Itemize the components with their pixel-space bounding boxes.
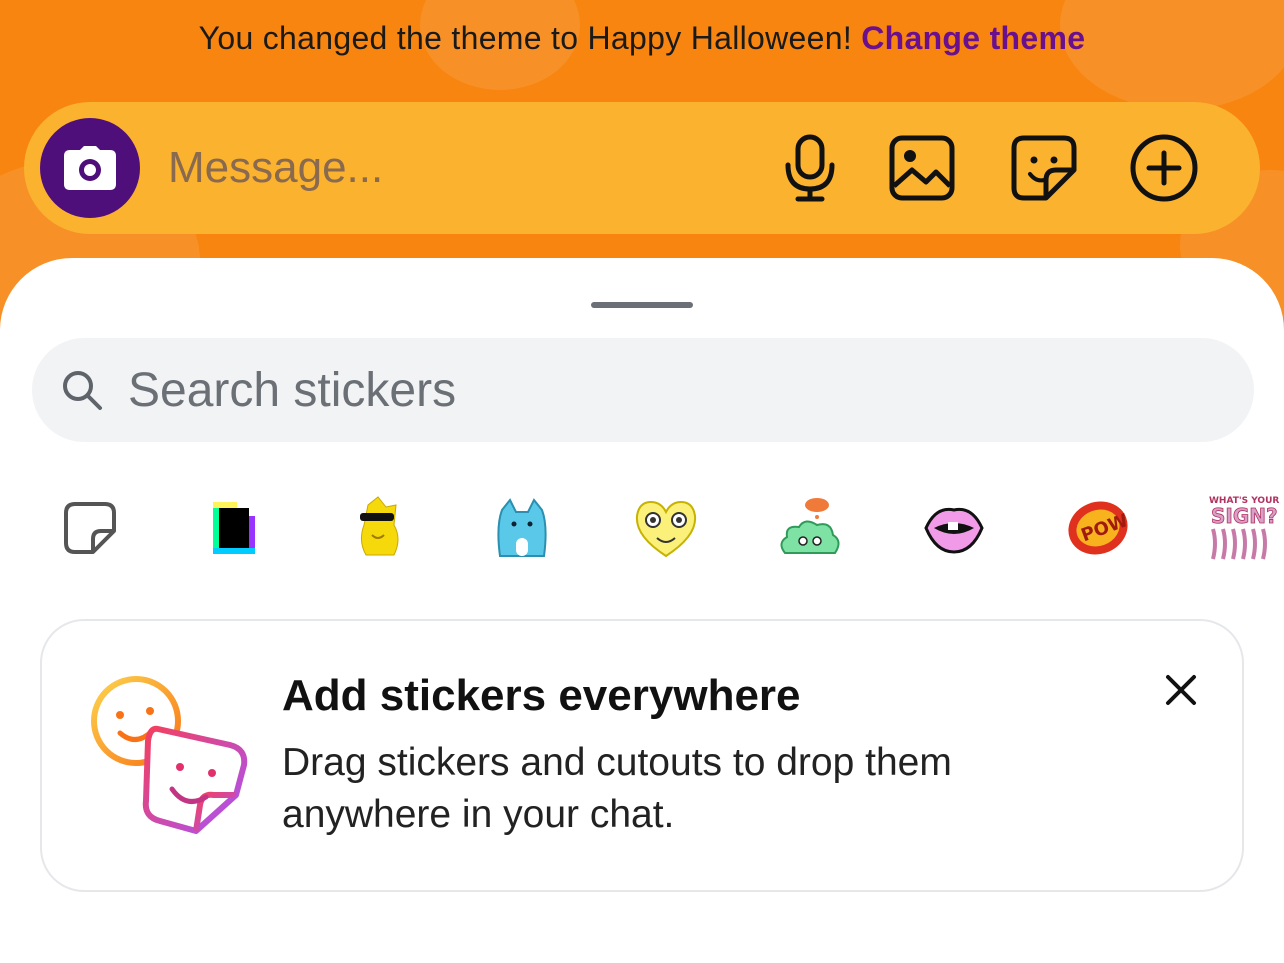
sticker-search-bar[interactable] <box>32 338 1254 442</box>
close-icon <box>1166 675 1196 705</box>
camera-icon <box>64 146 116 190</box>
dismiss-promo-button[interactable] <box>1156 665 1206 715</box>
pink-lips-sticker[interactable] <box>914 488 994 568</box>
stickers-illustration-icon <box>91 676 248 834</box>
search-icon <box>63 371 102 410</box>
giphy-sticker[interactable] <box>194 488 274 568</box>
message-input[interactable] <box>168 136 728 200</box>
green-cloud-sticker[interactable] <box>770 488 850 568</box>
message-composer <box>24 102 1260 234</box>
blue-cat-sticker-icon <box>497 498 547 557</box>
camera-button[interactable] <box>40 118 140 218</box>
green-cloud-sticker-icon <box>780 498 840 554</box>
pow-sticker-icon: POW <box>1068 501 1130 555</box>
blue-cat-sticker[interactable] <box>482 488 562 568</box>
voice-message-button[interactable] <box>774 132 846 204</box>
theme-notice-text: You changed the theme to Happy Halloween… <box>198 20 853 56</box>
sticker-text-sign: SIGN? <box>1211 504 1278 528</box>
photo-icon <box>889 135 955 201</box>
add-icon <box>1130 134 1198 202</box>
promo-description: Drag stickers and cutouts to drop them a… <box>282 741 952 836</box>
sticker-category-row: POW WHAT'S YOUR SIGN? <box>0 488 1284 574</box>
sticker-button[interactable] <box>1008 132 1080 204</box>
pow-sticker[interactable]: POW <box>1058 488 1138 568</box>
yellow-heart-eyes-sticker[interactable] <box>626 488 706 568</box>
yellow-dog-sunglasses-sticker[interactable] <box>338 488 418 568</box>
promo-title: Add stickers everywhere <box>282 671 801 720</box>
change-theme-link[interactable]: Change theme <box>861 20 1085 56</box>
sheet-grabber[interactable] <box>591 302 693 308</box>
recent-stickers-tab[interactable] <box>50 488 130 568</box>
add-stickers-promo-card: Add stickers everywhere Drag stickers an… <box>40 619 1244 892</box>
more-actions-button[interactable] <box>1128 132 1200 204</box>
sticker-sheet: POW WHAT'S YOUR SIGN? <box>0 258 1284 963</box>
giphy-logo-icon <box>213 502 255 554</box>
yellow-dog-sticker-icon <box>360 496 399 556</box>
yellow-heart-sticker-icon <box>635 500 697 558</box>
whats-your-sign-sticker-icon: WHAT'S YOUR SIGN? <box>1209 496 1279 560</box>
photo-library-button[interactable] <box>886 132 958 204</box>
pink-lips-sticker-icon <box>924 507 984 554</box>
whats-your-sign-sticker[interactable]: WHAT'S YOUR SIGN? <box>1202 488 1282 568</box>
theme-change-notice: You changed the theme to Happy Halloween… <box>0 20 1284 57</box>
sticker-icon <box>1011 135 1077 201</box>
sticker-search-input[interactable] <box>128 360 1208 420</box>
microphone-icon <box>785 134 835 202</box>
recent-sticker-icon <box>64 502 116 554</box>
